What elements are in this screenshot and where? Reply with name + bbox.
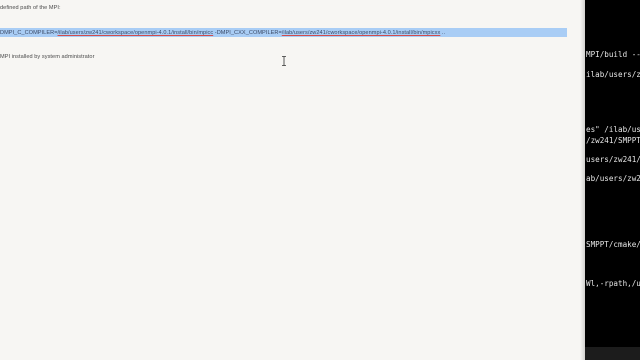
cxx-compiler-path: /ilab/users/zw241/cworkspace/openmpi-4.0… xyxy=(281,30,441,36)
cmake-command[interactable]: DMPI_C_COMPILER=/ilab/users/zw241/cworks… xyxy=(0,30,445,36)
terminal-window[interactable]: MPI/build -- ilab/users/z es" /ilab/us /… xyxy=(585,0,640,360)
document-pane[interactable]: defined path of the MPI: DMPI_C_COMPILER… xyxy=(0,0,585,360)
selected-command-line[interactable]: DMPI_C_COMPILER=/ilab/users/zw241/cworks… xyxy=(0,28,567,37)
terminal-line: es" /ilab/us xyxy=(586,125,640,134)
terminal-line: MPI/build -- xyxy=(586,50,640,59)
terminal-line: users/zw241/ xyxy=(586,155,640,164)
terminal-line: /zw241/SMPPT xyxy=(586,136,640,145)
c-compiler-flag: DMPI_C_COMPILER= xyxy=(0,30,58,36)
mpi-path-heading: defined path of the MPI: xyxy=(0,5,61,11)
c-compiler-path: /ilab/users/zw241/cworkspace/openmpi-4.0… xyxy=(57,30,214,36)
terminal-line: ab/users/zw2 xyxy=(586,174,640,183)
terminal-bottom-bar xyxy=(585,347,640,360)
text-cursor-icon xyxy=(282,56,286,66)
terminal-line: ilab/users/z xyxy=(586,70,640,79)
terminal-line: SMPPT/cmake/ xyxy=(586,240,640,249)
command-tail: .. xyxy=(440,30,446,36)
mpi-admin-note: MPI installed by system administrator xyxy=(0,54,95,60)
cxx-compiler-flag: -DMPI_CXX_COMPILER= xyxy=(213,30,282,36)
terminal-line: Wl,-rpath,/u xyxy=(586,279,640,288)
